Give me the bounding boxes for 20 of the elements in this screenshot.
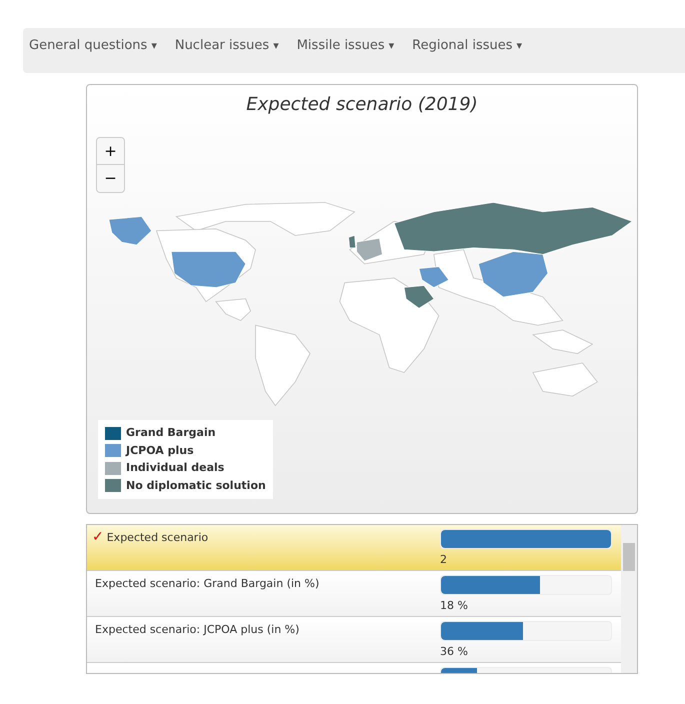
result-label: Expected scenario: JCPOA plus (in %): [95, 622, 300, 638]
result-value: 18 %: [440, 598, 469, 614]
menu-dropdown[interactable]: General questions ▾: [29, 36, 157, 56]
result-label: Expected scenario: Grand Bargain (in %): [95, 576, 320, 592]
scrollbar[interactable]: [621, 525, 637, 673]
legend-label: No diplomatic solution: [126, 478, 266, 494]
map-title: Expected scenario (2019): [245, 93, 479, 117]
menu-dropdown[interactable]: Nuclear issues ▾: [174, 36, 279, 56]
result-label: Expected scenario: [106, 530, 208, 546]
menu-dropdown[interactable]: Missile issues ▾: [296, 36, 394, 56]
legend-label: Individual deals: [126, 460, 224, 476]
result-row[interactable]: ✓ Expected scenario 2: [87, 525, 621, 571]
zoom-in-button[interactable]: +: [97, 138, 124, 165]
menu-dropdown[interactable]: Regional issues ▾: [412, 36, 522, 56]
result-value: 2: [440, 552, 448, 568]
legend-label: Grand Bargain: [126, 425, 216, 441]
legend-label: JCPOA plus: [126, 442, 194, 458]
zoom-out-button[interactable]: −: [97, 165, 124, 192]
result-value: 36 %: [440, 644, 469, 660]
check-icon: ✓: [92, 530, 104, 544]
